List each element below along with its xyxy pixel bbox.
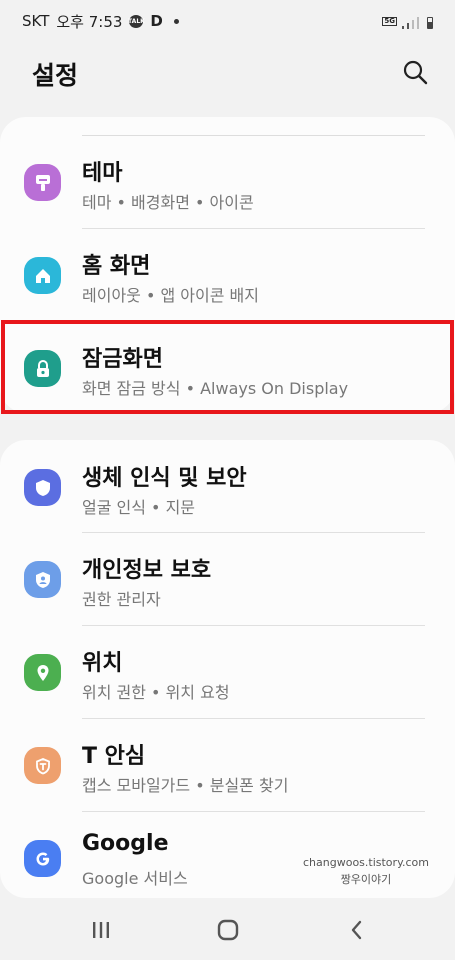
google-icon — [24, 840, 61, 877]
status-left: SKT 오후 7:53 TALK D — [22, 11, 179, 32]
setting-item-t-safe[interactable]: T 안심 캡스 모바일가드 • 분실폰 찾기 — [0, 719, 455, 812]
setting-title: 개인정보 보호 — [82, 558, 212, 583]
setting-subtitle: 테마 • 배경화면 • 아이콘 — [82, 193, 254, 212]
clock: 오후 7:53 — [56, 12, 123, 31]
setting-subtitle: 권한 관리자 — [82, 590, 161, 609]
setting-item-theme[interactable]: 테마 테마 • 배경화면 • 아이콘 — [0, 136, 455, 229]
settings-card-security: 생체 인식 및 보안 얼굴 인식 • 지문 개인정보 보호 권한 관리자 위치 … — [0, 440, 455, 898]
signal-bar — [407, 23, 409, 29]
location-pin-icon — [24, 654, 61, 691]
setting-item-biometrics-security[interactable]: 생체 인식 및 보안 얼굴 인식 • 지문 — [0, 440, 455, 533]
t-safe-icon — [24, 747, 61, 784]
watermark: changwoos.tistory.com 짱우이야기 — [303, 854, 429, 888]
back-icon — [351, 920, 362, 940]
setting-title: 테마 — [82, 161, 123, 186]
navigation-bar — [0, 903, 455, 960]
setting-title: 잠금화면 — [82, 347, 163, 372]
back-button[interactable] — [342, 917, 372, 943]
setting-subtitle: 레이아웃 • 앱 아이콘 배지 — [82, 286, 259, 305]
network-5g-icon: 5G — [382, 16, 397, 26]
setting-title: 생체 인식 및 보안 — [82, 466, 247, 491]
d-notification-icon: D — [150, 12, 163, 30]
search-icon — [403, 60, 428, 85]
status-right: 5G — [382, 13, 433, 29]
setting-subtitle: Google 서비스 — [82, 869, 188, 888]
privacy-shield-icon — [24, 561, 61, 598]
settings-card-personalization: 테마 테마 • 배경화면 • 아이콘 홈 화면 레이아웃 • 앱 아이콘 배지 … — [0, 117, 455, 413]
recent-apps-button[interactable] — [86, 917, 116, 943]
setting-subtitle: 캡스 모바일가드 • 분실폰 찾기 — [82, 776, 289, 795]
signal-bar — [402, 26, 404, 29]
home-icon — [24, 257, 61, 294]
home-button-icon — [217, 919, 239, 941]
setting-title: 홈 화면 — [82, 254, 151, 279]
shield-icon — [24, 469, 61, 506]
setting-item-location[interactable]: 위치 위치 권한 • 위치 요청 — [0, 626, 455, 719]
setting-title: 위치 — [82, 651, 123, 676]
setting-item-privacy[interactable]: 개인정보 보호 권한 관리자 — [0, 533, 455, 626]
setting-item-home-screen[interactable]: 홈 화면 레이아웃 • 앱 아이콘 배지 — [0, 229, 455, 322]
watermark-url: changwoos.tistory.com — [303, 856, 429, 869]
signal-bar — [417, 17, 419, 29]
recent-apps-icon — [93, 922, 109, 938]
status-bar: SKT 오후 7:53 TALK D 5G — [0, 0, 455, 42]
signal-bar — [412, 20, 414, 29]
app-header: 설정 — [0, 50, 455, 94]
kakaotalk-icon: TALK — [128, 14, 145, 28]
setting-title: T 안심 — [82, 744, 146, 769]
carrier-label: SKT — [22, 12, 50, 30]
more-notifications-dot-icon — [173, 18, 179, 24]
page-title: 설정 — [32, 61, 79, 90]
setting-item-lock-screen[interactable]: 잠금화면 화면 잠금 방식 • Always On Display — [0, 322, 455, 415]
setting-subtitle: 위치 권한 • 위치 요청 — [82, 683, 230, 702]
watermark-blog-name: 짱우이야기 — [340, 873, 392, 886]
home-button[interactable] — [213, 917, 243, 943]
theme-brush-icon — [24, 164, 61, 201]
lock-icon — [24, 350, 61, 387]
setting-subtitle: 얼굴 인식 • 지문 — [82, 498, 196, 517]
setting-subtitle: 화면 잠금 방식 • Always On Display — [82, 379, 349, 398]
setting-title: Google — [82, 831, 169, 856]
battery-icon — [427, 17, 433, 29]
search-button[interactable] — [401, 58, 429, 86]
